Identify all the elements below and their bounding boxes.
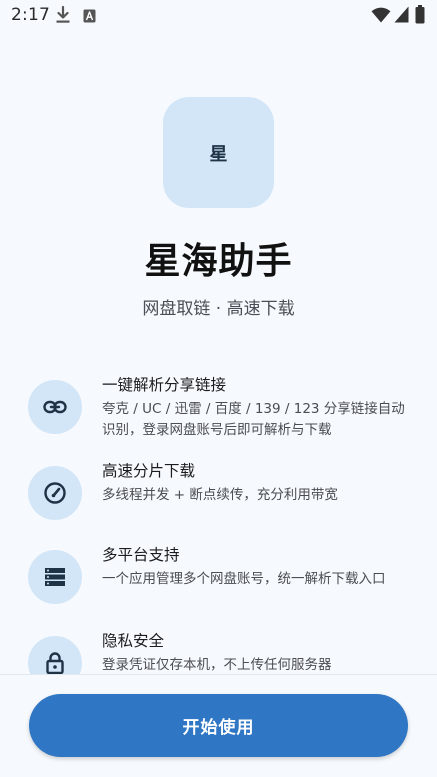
feature-list[interactable]: 一键解析分享链接 夸克 / UC / 迅雷 / 百度 / 139 / 123 分… [0,372,437,674]
link-icon [28,380,82,434]
feature-description: 登录凭证仅存本机，不上传任何服务器 [102,657,332,673]
feature-title: 高速分片下载 [102,462,196,480]
cellular-signal-icon [394,6,409,27]
download-icon [55,5,71,28]
app-logo: 星 [163,97,274,208]
feature-title: 一键解析分享链接 [102,376,227,394]
app-title: 星海助手 [144,241,293,282]
speedometer-icon [28,466,82,520]
status-bar: 2:17 [0,0,437,32]
keyboard-a-icon [83,8,96,27]
feature-description: 一个应用管理多个网盘账号，统一解析下载入口 [102,571,386,587]
feature-title: 多平台支持 [102,546,180,564]
app-subtitle: 网盘取链 · 高速下载 [142,299,295,319]
lock-icon [28,636,82,674]
feature-title: 隐私安全 [102,632,165,650]
start-button[interactable]: 开始使用 [29,694,408,757]
storage-list-icon [28,550,82,604]
wifi-icon [371,7,391,27]
status-time: 2:17 [11,5,50,25]
feature-description: 多线程并发 + 断点续传，充分利用带宽 [102,487,338,503]
feature-description: 夸克 / UC / 迅雷 / 百度 / 139 / 123 分享链接自动识别，登… [102,401,405,438]
battery-icon [415,5,425,28]
app-logo-text: 星 [209,143,228,165]
